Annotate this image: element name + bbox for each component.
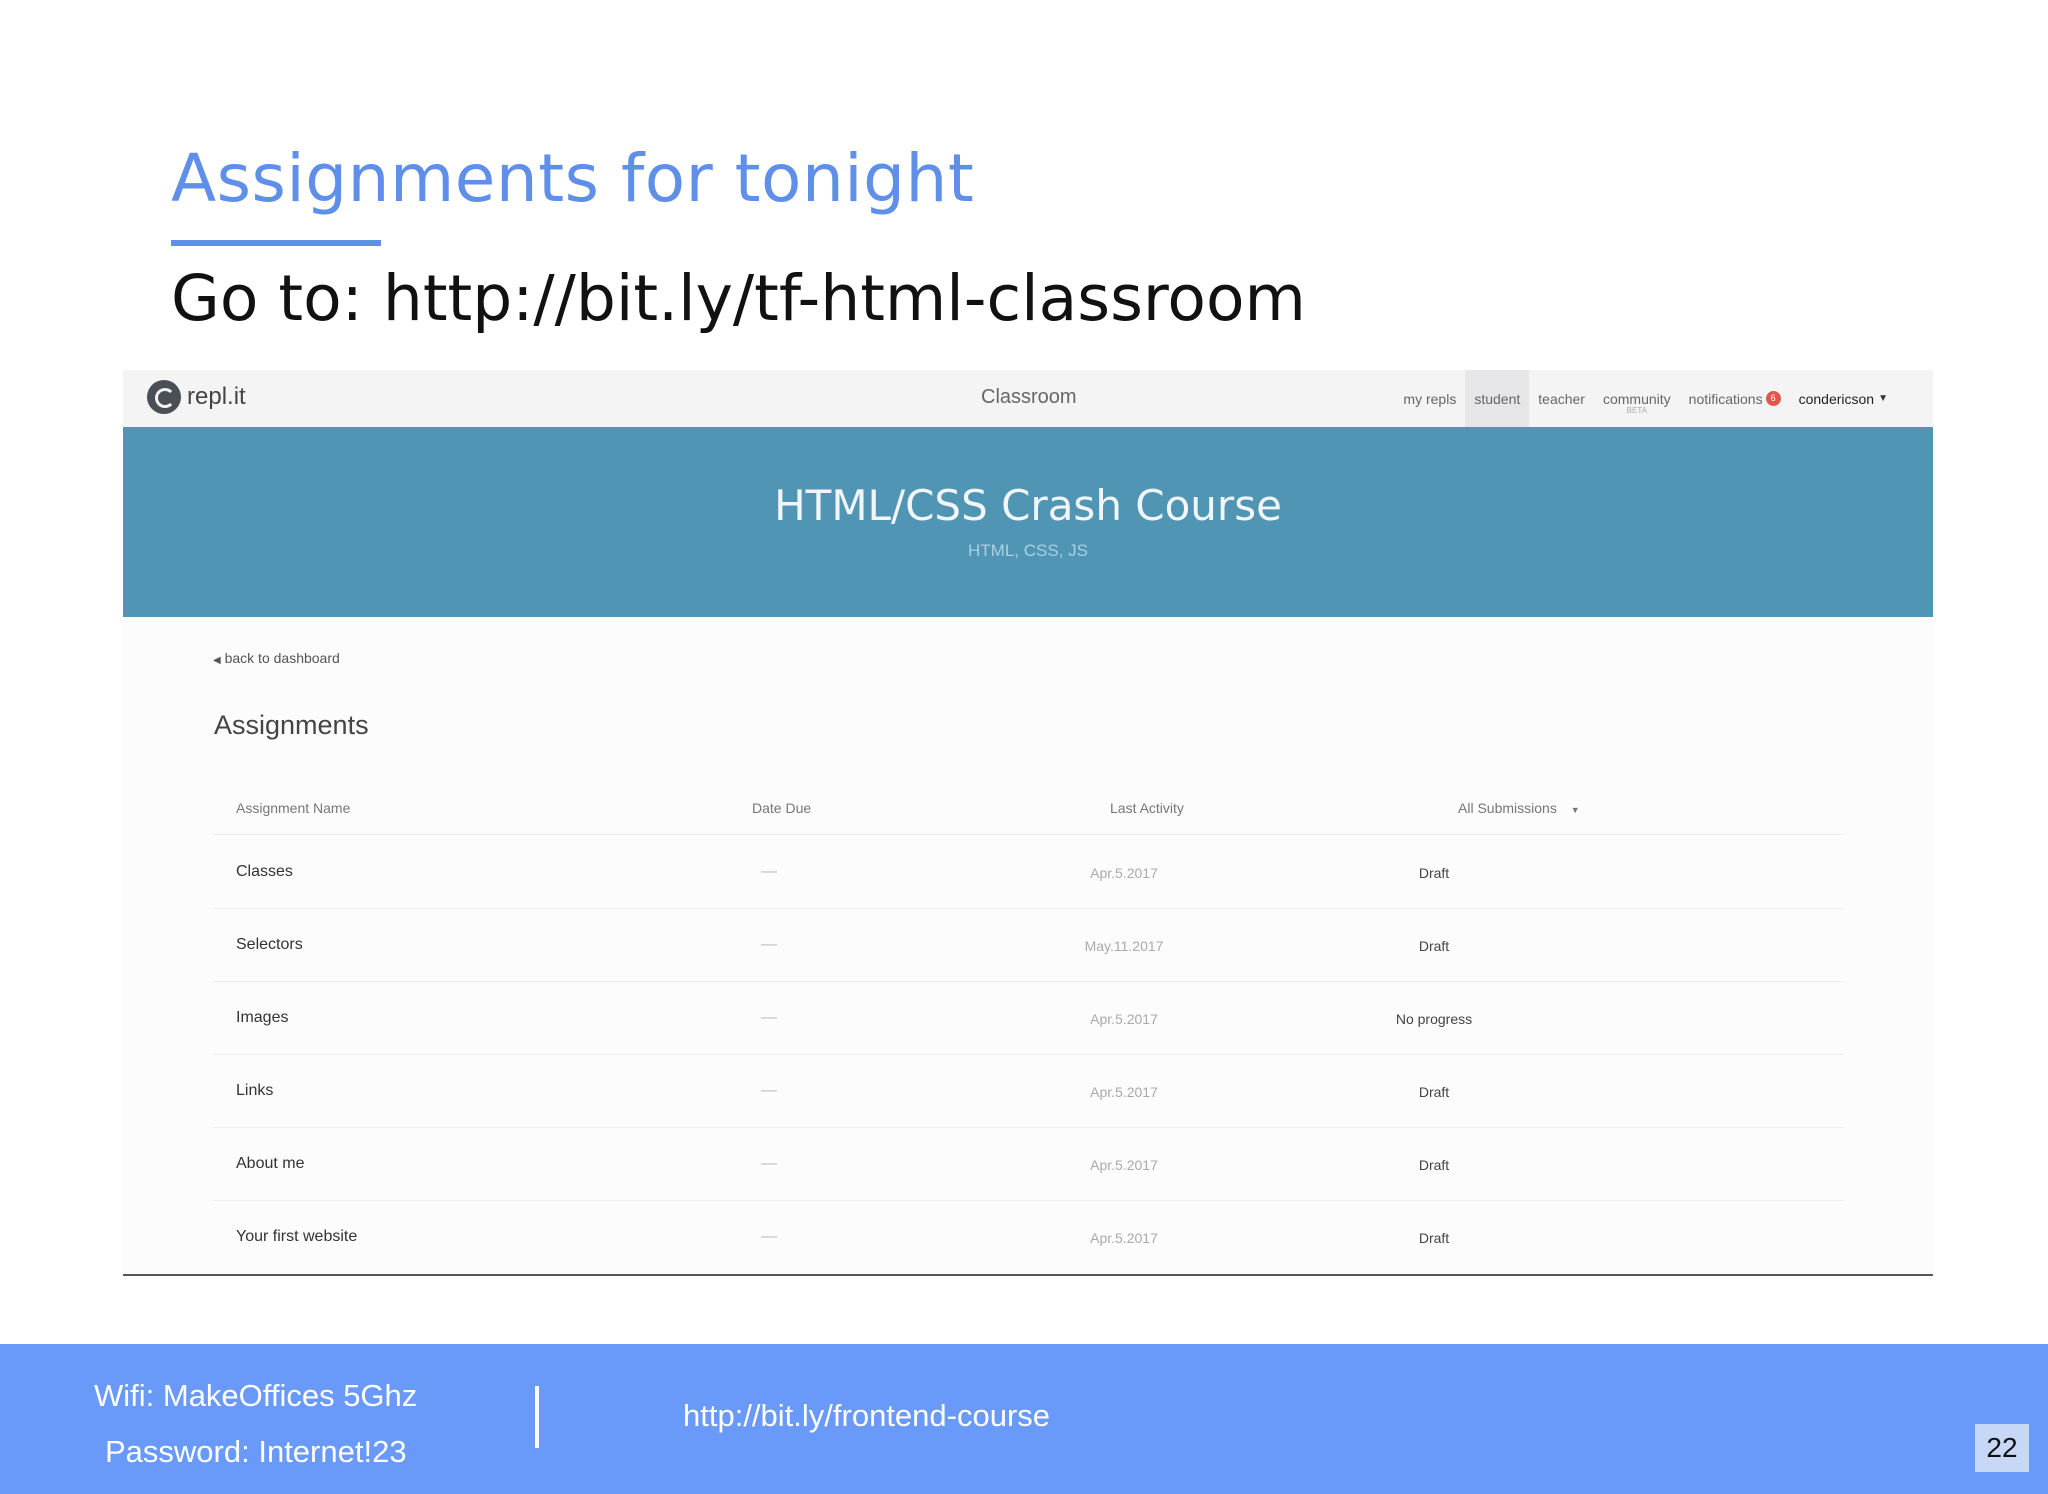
notification-count-badge: 6 [1765,391,1781,406]
assignments-heading: Assignments [214,710,369,740]
nav-teacher[interactable]: teacher [1529,370,1594,427]
date-due: — [761,1228,777,1245]
submission-status: Draft [1418,938,1450,954]
title-underline [171,240,381,246]
classroom-screenshot: repl.it Classroom my repls student teach… [123,370,1933,1276]
submission-status: No progress [1395,1011,1473,1027]
slide-footer: Wifi: MakeOffices 5Ghz Password: Interne… [0,1344,2048,1494]
col-date-due: Date Due [752,800,812,816]
user-menu[interactable]: condericson ▼ [1790,370,1897,427]
date-due: — [761,936,777,953]
nav-notifications[interactable]: notifications 6 [1680,370,1790,427]
course-banner: HTML/CSS Crash Course HTML, CSS, JS [123,427,1933,617]
col-last-activity: Last Activity [1110,800,1184,816]
logo-text: repl.it [187,383,246,410]
table-row[interactable]: Selectors — May.11.2017 Draft [214,908,1844,982]
page-number: 22 [1975,1424,2029,1472]
date-due: — [761,1082,777,1099]
caret-down-icon: ▼ [1878,393,1888,404]
date-due: — [761,1009,777,1026]
slide-subtitle: Go to: http://bit.ly/tf-html-classroom [171,262,1306,335]
table-header: Assignment Name Date Due Last Activity A… [214,778,1844,835]
footer-divider [535,1386,539,1448]
wifi-password: Password: Internet!23 [105,1434,407,1469]
submission-status: Draft [1418,865,1450,881]
last-activity: Apr.5.2017 [1090,1157,1158,1173]
chevron-left-icon: ◀ [213,655,221,666]
submission-status: Draft [1418,1157,1450,1173]
date-due: — [761,863,777,880]
caret-down-icon: ▼ [1570,805,1580,815]
nav-student[interactable]: student [1465,370,1530,427]
table-row[interactable]: About me — Apr.5.2017 Draft [214,1127,1844,1201]
assignment-name[interactable]: Classes [236,863,293,881]
last-activity: Apr.5.2017 [1090,865,1158,881]
wifi-info: Wifi: MakeOffices 5Ghz [94,1378,418,1413]
col-assignment-name: Assignment Name [236,800,351,816]
nav-community[interactable]: community BETA [1594,370,1680,427]
logo[interactable]: repl.it [147,380,246,414]
beta-badge: BETA [1626,406,1647,415]
nav-my-repls[interactable]: my repls [1394,370,1465,427]
assignment-name[interactable]: Images [236,1009,288,1027]
app-topbar: repl.it Classroom my repls student teach… [123,370,1933,427]
last-activity: May.11.2017 [1084,938,1164,954]
app-title: Classroom [981,386,1077,408]
last-activity: Apr.5.2017 [1090,1230,1158,1246]
table-row[interactable]: Images — Apr.5.2017 No progress [214,981,1844,1055]
submission-status: Draft [1418,1084,1450,1100]
slide-title: Assignments for tonight [171,140,975,217]
last-activity: Apr.5.2017 [1090,1084,1158,1100]
repl-logo-icon [147,380,181,414]
top-nav: my repls student teacher community BETA … [1394,370,1897,427]
submission-status: Draft [1418,1230,1450,1246]
last-activity: Apr.5.2017 [1090,1011,1158,1027]
assignment-name[interactable]: Your first website [236,1228,357,1246]
course-url-link[interactable]: http://bit.ly/frontend-course [683,1398,1050,1434]
submissions-filter-dropdown[interactable]: All Submissions ▼ [1458,800,1580,816]
table-row[interactable]: Links — Apr.5.2017 Draft [214,1054,1844,1128]
assignment-name[interactable]: Selectors [236,936,303,954]
course-tags: HTML, CSS, JS [968,541,1088,560]
course-title: HTML/CSS Crash Course [774,481,1282,530]
table-row[interactable]: Classes — Apr.5.2017 Draft [214,835,1844,909]
assignment-name[interactable]: About me [236,1155,304,1173]
date-due: — [761,1155,777,1172]
table-row[interactable]: Your first website — Apr.5.2017 Draft [214,1200,1844,1273]
back-to-dashboard-link[interactable]: ◀ back to dashboard [213,650,340,666]
assignment-name[interactable]: Links [236,1082,273,1100]
